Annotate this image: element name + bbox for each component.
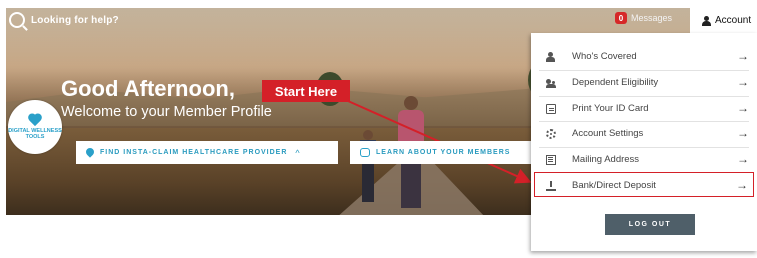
digital-wellness-tools-badge[interactable]: DIGITAL WELLNESS TOOLS (8, 100, 62, 154)
menu-item-print-id-card[interactable]: Print Your ID Card → (531, 96, 757, 121)
messages-link[interactable]: 0 Messages (615, 12, 672, 24)
account-label: Account (715, 15, 752, 26)
mail-icon (546, 155, 556, 165)
location-pin-icon (86, 148, 94, 158)
arrow-right-icon: → (737, 75, 749, 89)
menu-item-label: Bank/Direct Deposit (572, 180, 656, 191)
person-icon (546, 52, 556, 62)
wellness-badge-label: DIGITAL WELLNESS TOOLS (8, 128, 62, 140)
start-here-callout: Start Here (262, 80, 350, 102)
menu-item-dependent-eligibility[interactable]: Dependent Eligibility → (531, 70, 757, 95)
greeting-heading: Good Afternoon, (61, 76, 235, 101)
menu-item-label: Who's Covered (572, 51, 637, 62)
chat-icon (360, 148, 370, 157)
messages-count-badge: 0 (615, 12, 627, 24)
menu-item-bank-direct-deposit[interactable]: Bank/Direct Deposit → (534, 172, 754, 197)
help-label: Looking for help? (31, 14, 119, 26)
menu-item-label: Mailing Address (572, 154, 640, 165)
menu-item-whos-covered[interactable]: Who's Covered → (531, 44, 757, 69)
learn-members-label: LEARN ABOUT YOUR MEMBERS (376, 149, 511, 156)
arrow-right-icon: → (736, 178, 748, 192)
people-icon (546, 78, 556, 88)
gear-icon (546, 129, 556, 139)
arrow-right-icon: → (737, 126, 749, 140)
menu-item-account-settings[interactable]: Account Settings → (531, 121, 757, 146)
arrow-right-icon: → (737, 49, 749, 63)
find-provider-button[interactable]: FIND INSTA-CLAIM HEALTHCARE PROVIDER ^ (76, 141, 338, 164)
learn-members-button[interactable]: LEARN ABOUT YOUR MEMBERS (350, 141, 535, 164)
id-card-icon (546, 104, 556, 114)
user-icon (702, 15, 711, 26)
heart-icon (28, 114, 42, 126)
menu-item-label: Account Settings (572, 128, 644, 139)
menu-item-label: Dependent Eligibility (572, 77, 659, 88)
messages-label: Messages (631, 13, 673, 23)
menu-item-label: Print Your ID Card (572, 103, 649, 114)
search-icon (9, 12, 25, 28)
find-provider-label: FIND INSTA-CLAIM HEALTHCARE PROVIDER (100, 149, 288, 156)
arrow-right-icon: → (737, 152, 749, 166)
welcome-subtitle: Welcome to your Member Profile (61, 104, 272, 120)
download-icon (546, 181, 556, 191)
help-link[interactable]: Looking for help? (9, 12, 119, 28)
logout-button[interactable]: LOG OUT (605, 214, 695, 235)
menu-item-mailing-address[interactable]: Mailing Address → (531, 147, 757, 172)
chevron-up-icon: ^ (295, 147, 300, 158)
account-dropdown-menu: Who's Covered → Dependent Eligibility → … (531, 33, 757, 251)
account-menu-button[interactable]: Account (690, 8, 757, 33)
arrow-right-icon: → (737, 101, 749, 115)
